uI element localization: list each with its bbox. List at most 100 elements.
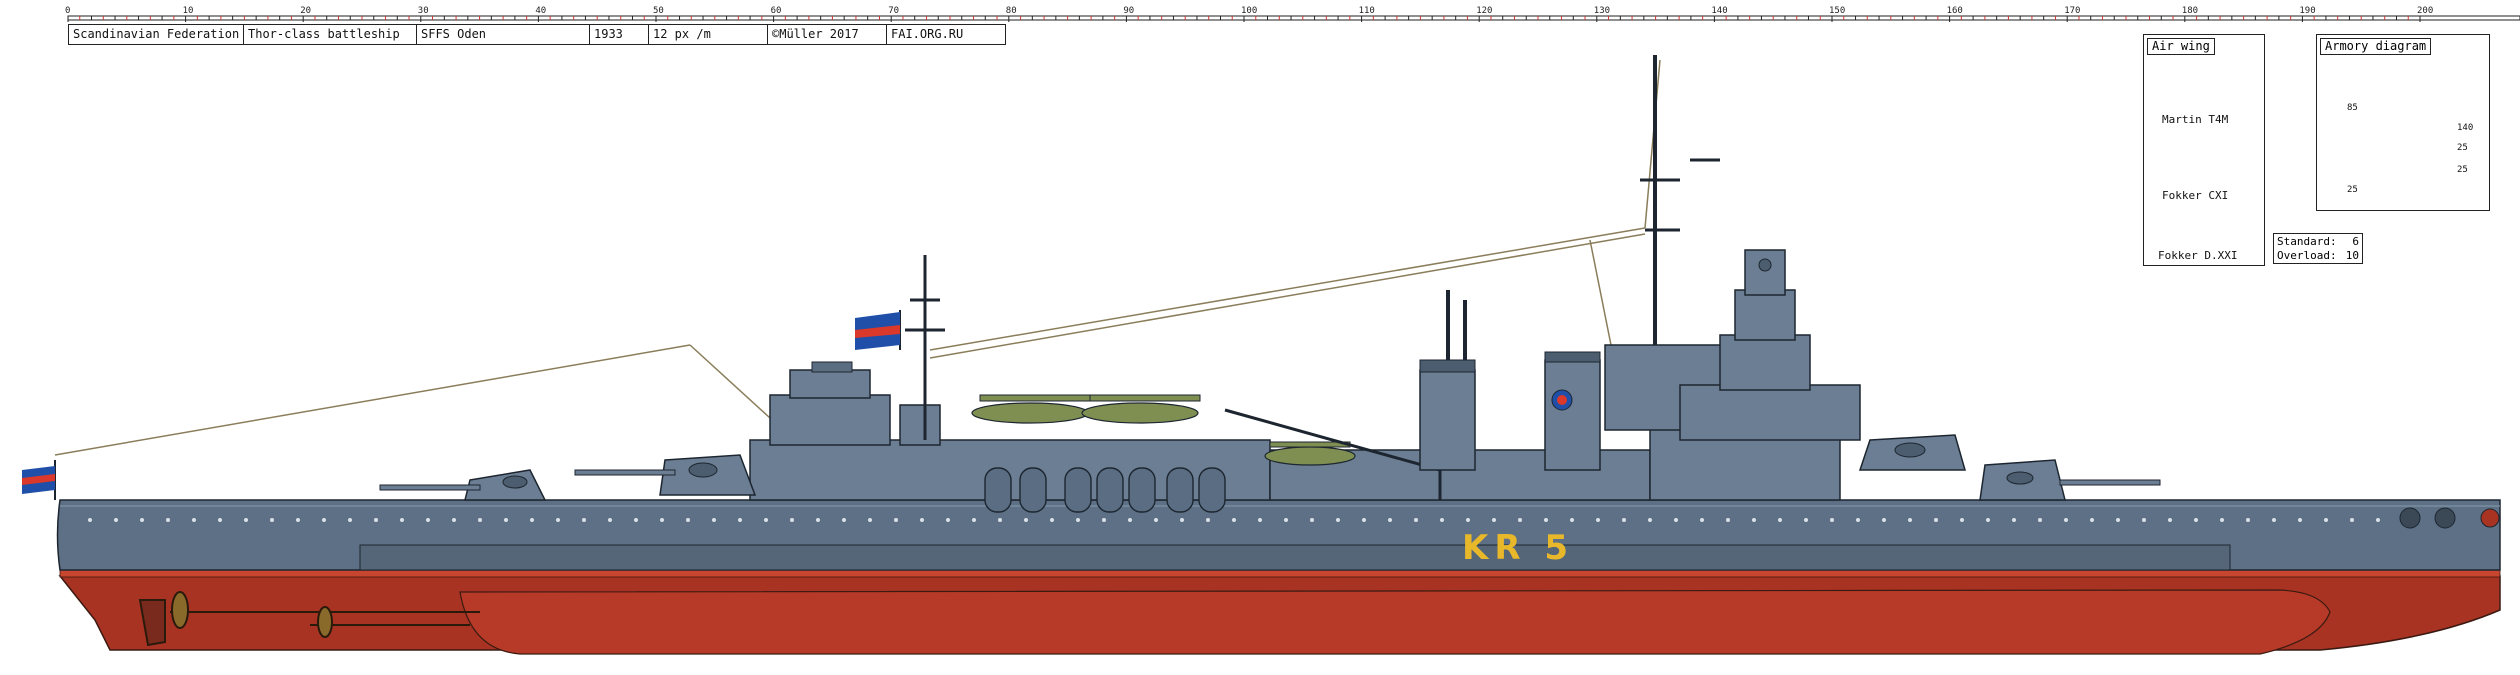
ruler-label: 30 bbox=[418, 6, 429, 16]
armory-mark-4: 25 bbox=[2457, 165, 2468, 175]
ruler-label: 70 bbox=[888, 6, 899, 16]
turret-a bbox=[379, 469, 547, 501]
ruler-label: 0 bbox=[65, 6, 70, 16]
air-wing-capacity: Standard: 6 Overload: 10 bbox=[2273, 233, 2363, 264]
porthole bbox=[1700, 518, 1704, 522]
porthole bbox=[998, 518, 1002, 522]
flag-stern bbox=[22, 460, 56, 500]
ruler-label: 100 bbox=[1241, 6, 1257, 16]
porthole bbox=[2350, 518, 2354, 522]
porthole bbox=[322, 518, 326, 522]
forward-superstructure bbox=[769, 361, 941, 446]
porthole bbox=[374, 518, 378, 522]
ruler-label: 40 bbox=[535, 6, 546, 16]
ruler-label: 190 bbox=[2299, 6, 2315, 16]
porthole bbox=[452, 518, 456, 522]
ruler-label: 120 bbox=[1476, 6, 1492, 16]
porthole bbox=[764, 518, 768, 522]
scale-cell: 12 px /m bbox=[649, 25, 768, 44]
porthole bbox=[1362, 518, 1366, 522]
aircraft-2-label: Fokker CXI bbox=[2162, 189, 2229, 202]
porthole bbox=[2012, 518, 2016, 522]
armory-mark-3: 25 bbox=[2457, 143, 2468, 153]
porthole bbox=[1544, 518, 1548, 522]
porthole bbox=[88, 518, 92, 522]
porthole bbox=[608, 518, 612, 522]
porthole bbox=[1310, 518, 1314, 522]
porthole bbox=[1258, 518, 1262, 522]
hangar-doors bbox=[984, 467, 1226, 513]
armory-panel: Armory diagram 85 140 25 25 25 bbox=[2316, 34, 2490, 211]
porthole bbox=[1570, 518, 1574, 522]
ruler-label: 170 bbox=[2064, 6, 2080, 16]
ruler-label: 180 bbox=[2182, 6, 2198, 16]
porthole bbox=[1024, 518, 1028, 522]
porthole bbox=[868, 518, 872, 522]
anchors bbox=[2399, 507, 2500, 529]
porthole bbox=[972, 518, 976, 522]
porthole bbox=[2220, 518, 2224, 522]
porthole bbox=[1856, 518, 1860, 522]
porthole bbox=[738, 518, 742, 522]
porthole bbox=[1206, 518, 1210, 522]
porthole bbox=[2142, 518, 2146, 522]
porthole bbox=[894, 518, 898, 522]
porthole bbox=[1622, 518, 1626, 522]
armory-mark-1: 85 bbox=[2347, 103, 2358, 113]
ruler-label: 150 bbox=[1829, 6, 1845, 16]
porthole bbox=[478, 518, 482, 522]
porthole bbox=[218, 518, 222, 522]
standard-label: Standard: bbox=[2277, 235, 2337, 248]
ruler-label: 10 bbox=[183, 6, 194, 16]
turret-x bbox=[1858, 434, 1966, 471]
ruler-label: 110 bbox=[1359, 6, 1375, 16]
ship-profile-svg: 0 10 20 30 40 50 60 70 80 90 100 110 120 130 140 150 160… bbox=[22, 6, 2520, 655]
porthole bbox=[1232, 518, 1236, 522]
porthole bbox=[1986, 518, 1990, 522]
porthole bbox=[1648, 518, 1652, 522]
porthole bbox=[140, 518, 144, 522]
porthole bbox=[1960, 518, 1964, 522]
boot-topping bbox=[59, 569, 2501, 578]
porthole bbox=[1752, 518, 1756, 522]
porthole bbox=[686, 518, 690, 522]
standard-value: 6 bbox=[2352, 235, 2359, 248]
porthole bbox=[842, 518, 846, 522]
ship-info-table: Scandinavian Federation Thor-class battl… bbox=[68, 24, 1006, 45]
porthole bbox=[296, 518, 300, 522]
porthole bbox=[1934, 518, 1938, 522]
ship-profile-drawing: 0 10 20 30 40 50 60 70 80 90 100 110 120 130 140 150 160… bbox=[0, 0, 2520, 675]
class-cell: Thor-class battleship bbox=[244, 25, 417, 44]
porthole bbox=[2272, 518, 2276, 522]
porthole bbox=[582, 518, 586, 522]
ruler-label: 90 bbox=[1123, 6, 1134, 16]
porthole bbox=[2038, 518, 2042, 522]
porthole bbox=[244, 518, 248, 522]
porthole bbox=[2376, 518, 2380, 522]
porthole bbox=[1076, 518, 1080, 522]
porthole bbox=[1050, 518, 1054, 522]
country-cell: Scandinavian Federation bbox=[69, 25, 244, 44]
porthole bbox=[2194, 518, 2198, 522]
porthole bbox=[790, 518, 794, 522]
porthole bbox=[504, 518, 508, 522]
porthole bbox=[2064, 518, 2068, 522]
porthole bbox=[1154, 518, 1158, 522]
porthole bbox=[1336, 518, 1340, 522]
ruler-label: 20 bbox=[300, 6, 311, 16]
porthole bbox=[1180, 518, 1184, 522]
scale-ruler: 0 10 20 30 40 50 60 70 80 90 100 110 120 130 140 150 160… bbox=[65, 6, 2520, 22]
porthole bbox=[1492, 518, 1496, 522]
funnels bbox=[1419, 290, 1601, 471]
ruler-label: 200 bbox=[2417, 6, 2433, 16]
hull-code: KR 5 bbox=[1462, 528, 1575, 568]
porthole bbox=[2246, 518, 2250, 522]
porthole bbox=[114, 518, 118, 522]
turret-y bbox=[1979, 459, 2161, 501]
aircraft-3-label: Fokker D.XXI bbox=[2158, 249, 2238, 262]
overload-value: 10 bbox=[2345, 249, 2359, 262]
porthole bbox=[192, 518, 196, 522]
porthole bbox=[166, 518, 170, 522]
ruler-label: 80 bbox=[1006, 6, 1017, 16]
porthole bbox=[1908, 518, 1912, 522]
